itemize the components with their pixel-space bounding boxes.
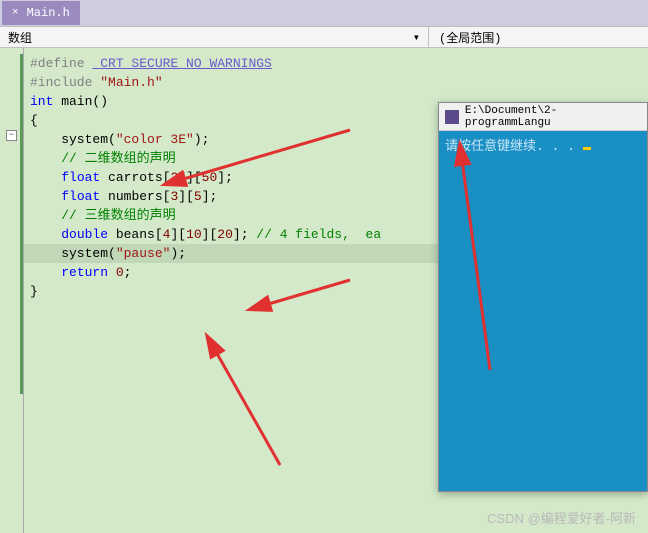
gutter[interactable]: − bbox=[0, 48, 24, 533]
chevron-down-icon: ▾ bbox=[413, 30, 420, 45]
scope-label: (全局范围) bbox=[439, 32, 501, 46]
fold-toggle[interactable]: − bbox=[6, 130, 17, 141]
cursor bbox=[583, 147, 591, 150]
console-titlebar[interactable]: E:\Document\2-programmLangu bbox=[439, 103, 647, 131]
console-window[interactable]: E:\Document\2-programmLangu 请按任意键继续. . . bbox=[438, 102, 648, 492]
close-icon[interactable]: × bbox=[12, 7, 19, 19]
dropdown-label: 数组 bbox=[8, 29, 32, 46]
console-title: E:\Document\2-programmLangu bbox=[465, 105, 641, 129]
tab-main-h[interactable]: × Main.h bbox=[2, 1, 80, 25]
code-line: #define _CRT_SECURE_NO_WARNINGS bbox=[30, 54, 648, 73]
code-line: #include "Main.h" bbox=[30, 73, 648, 92]
scope-dropdown[interactable]: (全局范围) bbox=[429, 29, 501, 46]
tab-bar: × Main.h bbox=[0, 0, 648, 26]
console-output: 请按任意键继续. . . bbox=[445, 139, 583, 154]
tab-label: Main.h bbox=[27, 6, 70, 20]
watermark: CSDN @编程爱好者-阿新 bbox=[487, 508, 636, 527]
change-stripe bbox=[20, 54, 23, 394]
console-icon bbox=[445, 110, 459, 124]
console-body[interactable]: 请按任意键继续. . . bbox=[439, 131, 647, 491]
toolbar-left-dropdown[interactable]: 数组 ▾ bbox=[0, 29, 428, 46]
toolbar: 数组 ▾ (全局范围) bbox=[0, 26, 648, 48]
